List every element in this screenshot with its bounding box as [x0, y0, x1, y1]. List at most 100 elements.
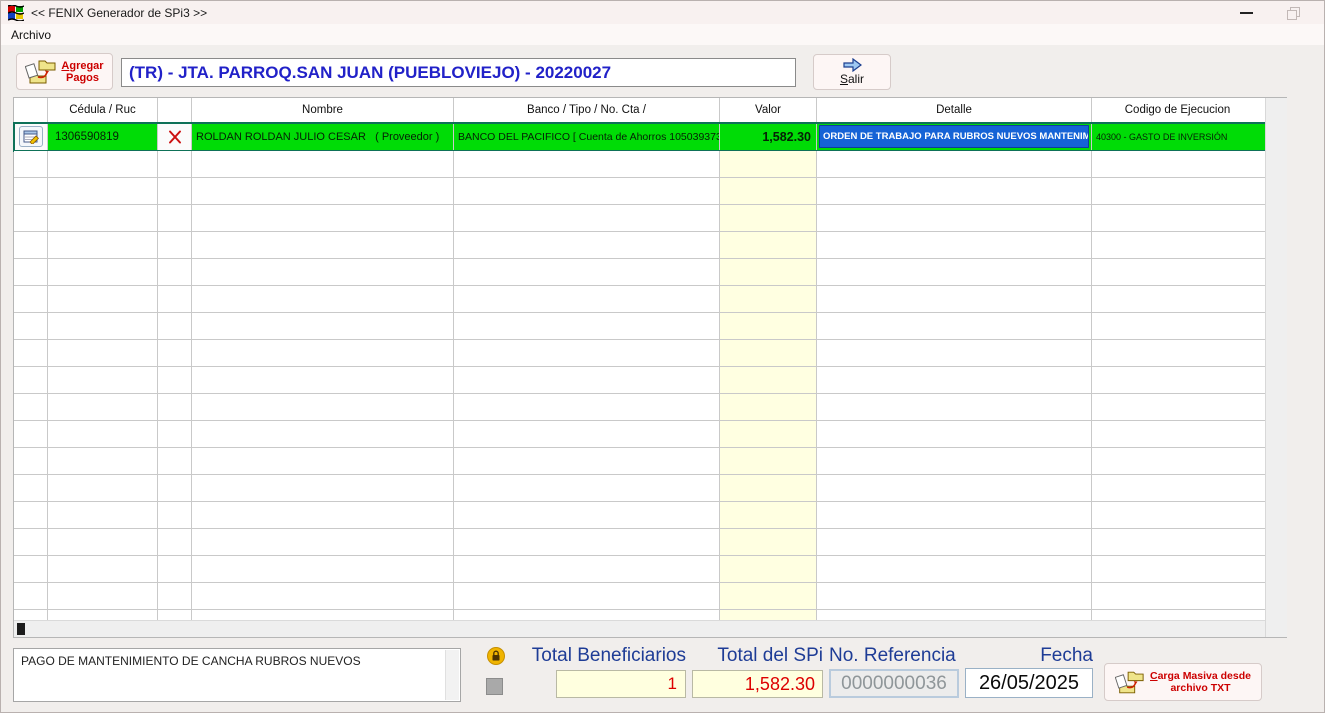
- grid-empty-cell: [720, 205, 817, 231]
- grid-empty-row[interactable]: [14, 205, 1265, 232]
- grid-empty-row[interactable]: [14, 286, 1265, 313]
- carga-masiva-folders-icon: [1115, 669, 1145, 696]
- grid-empty-row[interactable]: [14, 556, 1265, 583]
- grid-empty-cell: [158, 259, 192, 285]
- grid-empty-row[interactable]: [14, 502, 1265, 529]
- grid-empty-cell: [817, 151, 1092, 177]
- grid-empty-cell: [192, 583, 454, 609]
- grid-empty-cell: [454, 286, 720, 312]
- edit-row-button[interactable]: [19, 126, 43, 147]
- grid-empty-cell: [48, 421, 158, 447]
- menu-archivo[interactable]: Archivo: [3, 26, 59, 44]
- grid-empty-cell: [14, 313, 48, 339]
- salir-button[interactable]: Salir: [813, 54, 891, 90]
- row-banco-cell[interactable]: BANCO DEL PACIFICO [ Cuenta de Ahorros 1…: [454, 123, 720, 150]
- grid-empty-cell: [817, 367, 1092, 393]
- total-beneficiarios-label: Total Beneficiarios: [501, 645, 686, 667]
- grid-empty-cell: [192, 340, 454, 366]
- grid-empty-row[interactable]: [14, 583, 1265, 610]
- grid-empty-row[interactable]: [14, 394, 1265, 421]
- detalle-selected-cell[interactable]: ORDEN DE TRABAJO PARA RUBROS NUEVOS MANT…: [819, 125, 1089, 148]
- grid-empty-cell: [48, 394, 158, 420]
- concept-textarea[interactable]: PAGO DE MANTENIMIENTO DE CANCHA RUBROS N…: [13, 648, 461, 702]
- gray-square-button[interactable]: [486, 678, 503, 695]
- grid-empty-row[interactable]: [14, 448, 1265, 475]
- grid-empty-cell: [1092, 448, 1263, 474]
- grid-empty-cell: [720, 367, 817, 393]
- grid-header-cedula[interactable]: Cédula / Ruc: [48, 98, 158, 122]
- grid-empty-cell: [192, 475, 454, 501]
- grid-vertical-scrollbar[interactable]: [1265, 98, 1287, 637]
- total-spi-value: 1,582.30: [692, 670, 823, 698]
- agregar-pagos-button[interactable]: Agregar Pagos: [16, 53, 113, 90]
- grid-empty-cell: [14, 151, 48, 177]
- grid-empty-cell: [158, 151, 192, 177]
- grid-header-valor[interactable]: Valor: [720, 98, 817, 122]
- grid-empty-cell: [817, 421, 1092, 447]
- grid-empty-cell: [192, 151, 454, 177]
- referencia-label: No. Referencia: [829, 645, 956, 667]
- grid-empty-cell: [454, 340, 720, 366]
- row-valor-cell[interactable]: 1,582.30: [720, 123, 817, 150]
- grid-empty-row[interactable]: [14, 421, 1265, 448]
- grid-empty-cell: [48, 340, 158, 366]
- grid-empty-cell: [720, 394, 817, 420]
- restore-button[interactable]: [1269, 1, 1315, 24]
- grid-empty-cell: [454, 448, 720, 474]
- grid-header-nombre[interactable]: Nombre: [192, 98, 454, 122]
- row-cedula-cell[interactable]: 1306590819: [48, 123, 158, 150]
- row-nombre-cell[interactable]: ROLDAN ROLDAN JULIO CESAR ( Proveedor ): [192, 123, 454, 150]
- grid-empty-cell: [48, 205, 158, 231]
- row-detalle-cell: ORDEN DE TRABAJO PARA RUBROS NUEVOS MANT…: [817, 123, 1092, 150]
- grid-horizontal-scrollbar[interactable]: [14, 620, 1265, 637]
- fecha-field[interactable]: 26/05/2025: [965, 668, 1093, 698]
- grid-empty-cell: [158, 178, 192, 204]
- grid-empty-cell: [14, 232, 48, 258]
- grid-header-codigo[interactable]: Codigo de Ejecucion: [1092, 98, 1263, 122]
- grid-empty-cell: [158, 556, 192, 582]
- grid-empty-cell: [14, 340, 48, 366]
- grid-empty-cell: [720, 232, 817, 258]
- grid-empty-row[interactable]: [14, 313, 1265, 340]
- grid-empty-cell: [454, 583, 720, 609]
- grid-empty-rows-area: [14, 151, 1265, 622]
- row-codigo-cell[interactable]: 40300 - GASTO DE INVERSIÓN: [1092, 123, 1263, 150]
- grid-empty-cell: [14, 556, 48, 582]
- grid-data-row[interactable]: 1306590819 ROLDAN ROLDAN JULIO CESAR ( P…: [14, 123, 1286, 151]
- referencia-value: 0000000036: [829, 669, 959, 698]
- grid-empty-row[interactable]: [14, 232, 1265, 259]
- grid-empty-row[interactable]: [14, 259, 1265, 286]
- grid-empty-cell: [817, 394, 1092, 420]
- grid-empty-cell: [720, 313, 817, 339]
- minimize-button[interactable]: [1223, 1, 1269, 24]
- grid-empty-row[interactable]: [14, 340, 1265, 367]
- carga-masiva-label-line2: archivo TXT: [1150, 682, 1251, 694]
- grid-empty-cell: [158, 205, 192, 231]
- grid-empty-cell: [817, 502, 1092, 528]
- grid-empty-cell: [1092, 259, 1263, 285]
- grid-empty-cell: [720, 556, 817, 582]
- grid-empty-cell: [720, 286, 817, 312]
- grid-empty-cell: [192, 394, 454, 420]
- grid-empty-row[interactable]: [14, 475, 1265, 502]
- horizontal-scrollbar-thumb[interactable]: [17, 623, 25, 635]
- grid-empty-cell: [1092, 583, 1263, 609]
- grid-empty-row[interactable]: [14, 178, 1265, 205]
- app-icon: [8, 5, 24, 21]
- grid-empty-cell: [158, 502, 192, 528]
- grid-empty-cell: [48, 529, 158, 555]
- grid-empty-row[interactable]: [14, 529, 1265, 556]
- carga-masiva-button[interactable]: Carga Masiva desde archivo TXT: [1104, 663, 1262, 701]
- delete-x-icon[interactable]: [167, 129, 183, 145]
- entity-name-field[interactable]: (TR) - JTA. PARROQ.SAN JUAN (PUEBLOVIEJO…: [121, 58, 796, 87]
- concept-scrollbar[interactable]: [445, 650, 459, 700]
- grid-empty-cell: [192, 529, 454, 555]
- grid-empty-cell: [14, 583, 48, 609]
- grid-empty-row[interactable]: [14, 367, 1265, 394]
- grid-header-banco[interactable]: Banco / Tipo / No. Cta /: [454, 98, 720, 122]
- total-beneficiarios-value: 1: [556, 670, 686, 698]
- grid-empty-row[interactable]: [14, 151, 1265, 178]
- grid-header-detalle[interactable]: Detalle: [817, 98, 1092, 122]
- grid-empty-cell: [454, 529, 720, 555]
- grid-empty-cell: [720, 529, 817, 555]
